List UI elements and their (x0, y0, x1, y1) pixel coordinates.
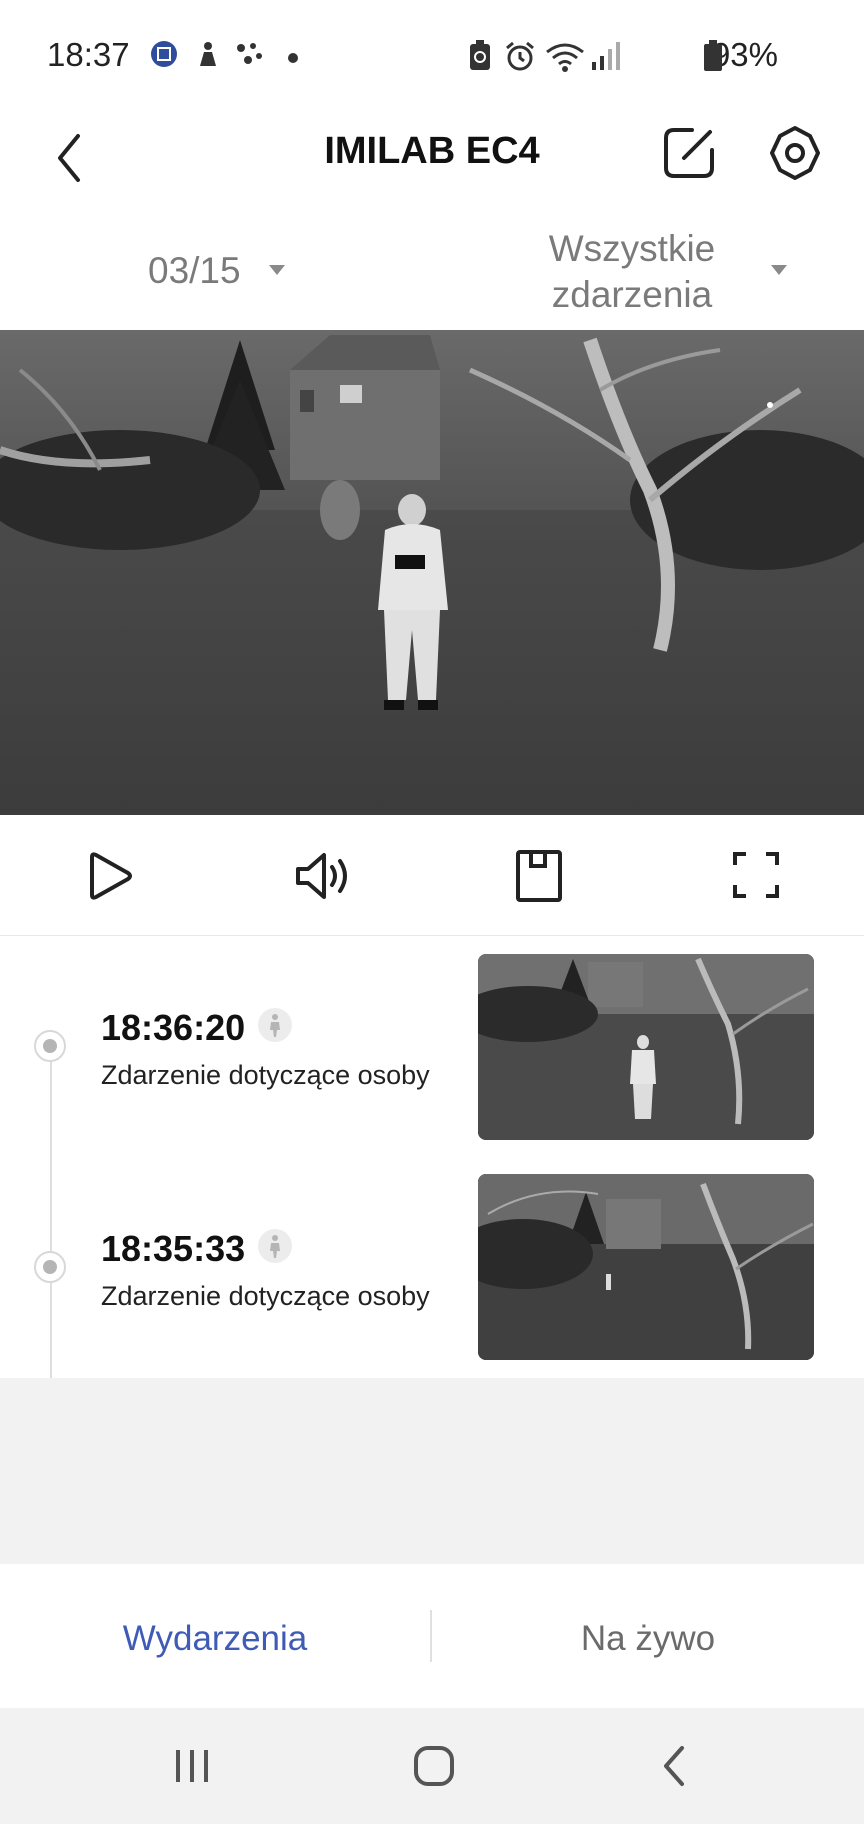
signal-icon (590, 40, 620, 77)
event-description: Zdarzenie dotyczące osoby (101, 1281, 430, 1311)
event-thumbnail[interactable] (478, 954, 814, 1140)
event-type-filter-label: Wszystkie zdarzenia (530, 226, 734, 318)
back-icon (664, 1746, 684, 1786)
event-time: 18:35:33 (101, 1228, 246, 1269)
sd-card-icon (516, 850, 562, 902)
volume-button[interactable] (294, 851, 356, 901)
battery-saver-icon (468, 40, 492, 77)
tab-events[interactable]: Wydarzenia (0, 1619, 430, 1659)
status-bar: 18:37 93% (0, 0, 864, 110)
tab-live[interactable]: Na żywo (432, 1619, 864, 1659)
figure-icon (194, 40, 222, 73)
person-icon (258, 1008, 292, 1042)
event-item[interactable]: 18:35:33 Zdarzenie dotyczące osoby (0, 1173, 864, 1365)
battery-icon (703, 40, 723, 77)
dot-icon (288, 50, 298, 68)
alarm-icon (504, 40, 536, 77)
date-filter[interactable]: 03/15 (140, 240, 300, 304)
status-time: 18:37 (47, 36, 130, 73)
person-icon (258, 1229, 292, 1263)
settings-button[interactable] (766, 124, 824, 182)
volume-icon (296, 853, 347, 899)
camera-night-image (0, 330, 864, 815)
play-icon (90, 852, 132, 900)
camera-video-view[interactable] (0, 330, 864, 815)
playback-controls (0, 815, 864, 936)
event-time: 18:36:20 (101, 1007, 246, 1048)
nav-back-button[interactable] (660, 1744, 690, 1788)
bottom-tabs: Wydarzenia Na żywo (0, 1564, 864, 1708)
assistant-dots-icon (236, 40, 266, 73)
home-icon (414, 1746, 454, 1786)
page-title: IMILAB EC4 (324, 130, 540, 172)
play-button[interactable] (84, 851, 134, 901)
recent-apps-icon (176, 1750, 208, 1782)
edit-button[interactable] (662, 126, 716, 180)
edit-icon (664, 128, 714, 178)
event-type-filter[interactable]: Wszystkie zdarzenia (530, 222, 800, 322)
timeline-dot (34, 1251, 66, 1283)
notification-badge-icon (150, 40, 178, 73)
event-thumbnail[interactable] (478, 1174, 814, 1360)
recent-apps-button[interactable] (172, 1746, 212, 1786)
sd-card-button[interactable] (515, 849, 563, 903)
empty-list-area (0, 1378, 864, 1564)
wifi-icon (545, 40, 585, 77)
date-filter-label: 03/15 (148, 250, 241, 291)
event-item[interactable]: 18:36:20 Zdarzenie dotyczące osoby (0, 952, 864, 1144)
timeline-dot (34, 1030, 66, 1062)
event-description: Zdarzenie dotyczące osoby (101, 1060, 430, 1090)
home-button[interactable] (412, 1744, 456, 1788)
event-type-filter-line1: Wszystkie (548, 228, 716, 269)
system-navigation-bar (0, 1708, 864, 1824)
chevron-down-icon (771, 265, 787, 275)
event-type-filter-line2: zdarzenia (551, 274, 713, 315)
fullscreen-button[interactable] (732, 851, 780, 899)
chevron-down-icon (269, 265, 285, 275)
gear-icon (770, 126, 820, 180)
fullscreen-icon (733, 852, 779, 898)
